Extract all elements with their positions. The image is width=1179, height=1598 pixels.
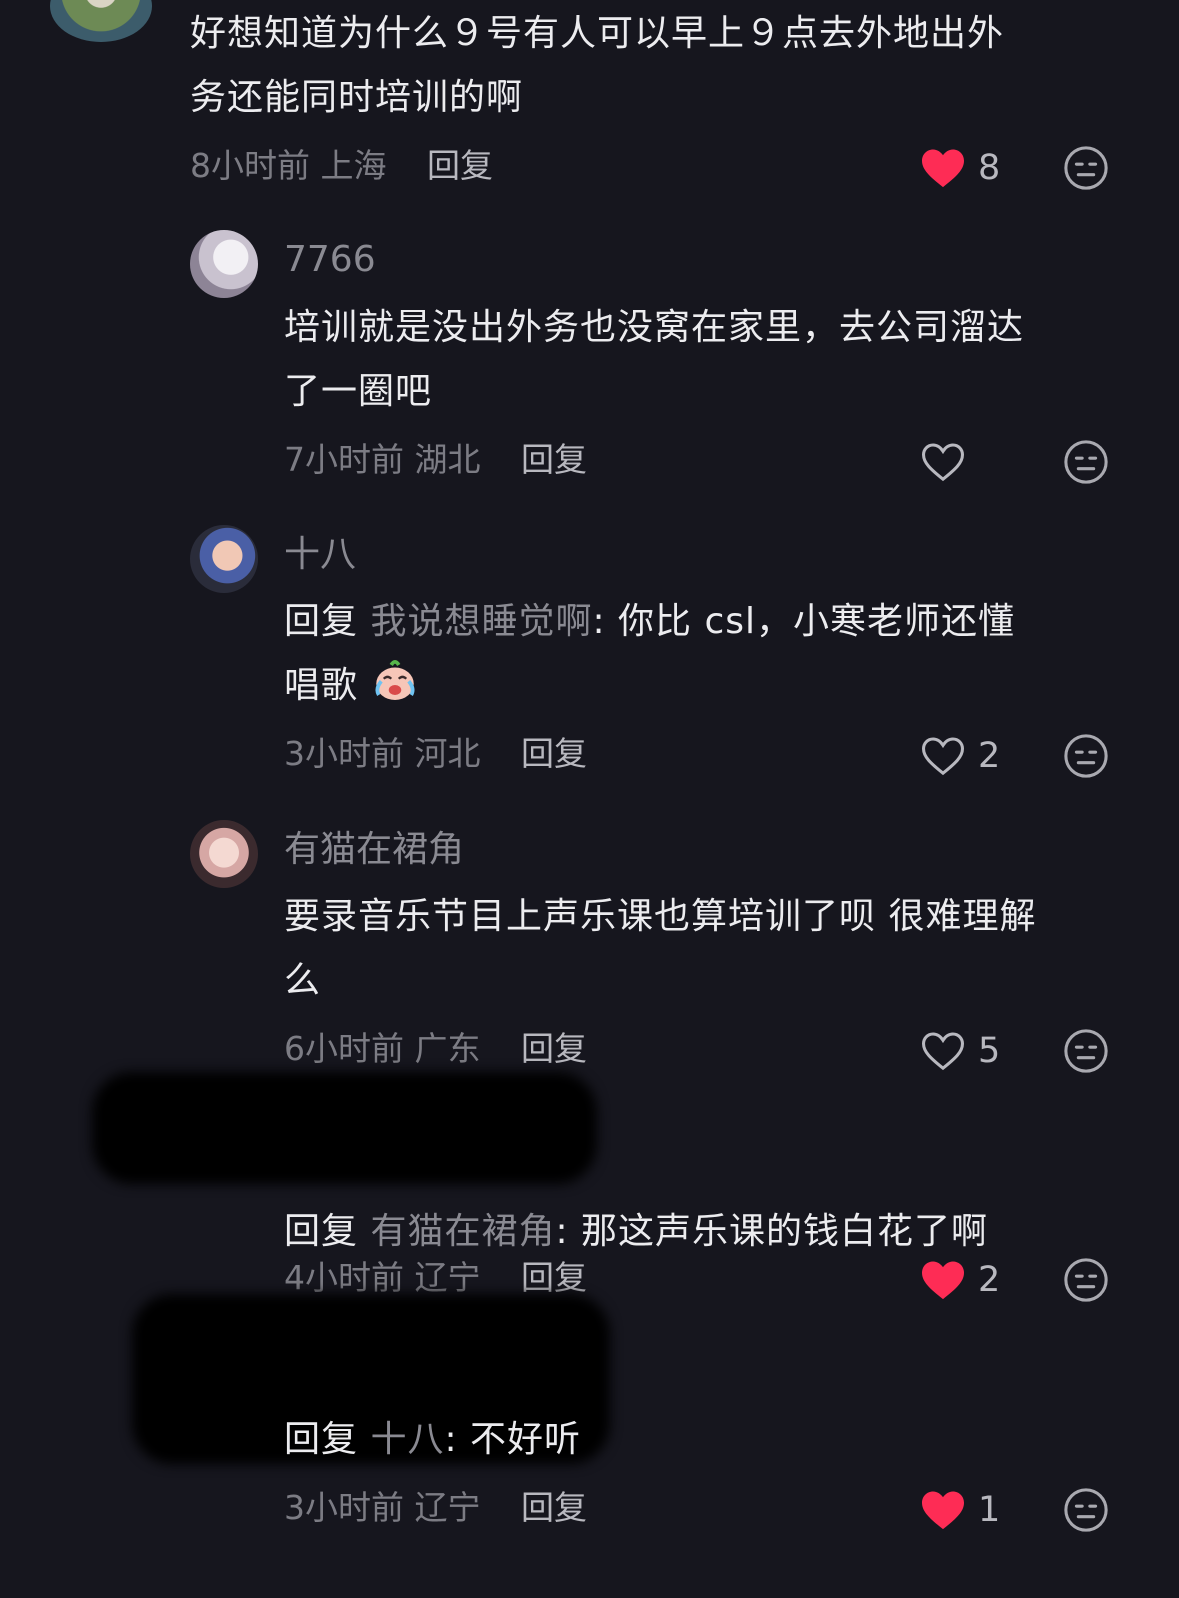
- comment-meta: 3小时前 河北 回复: [284, 732, 587, 776]
- comment-thread: 好想知道为什么９号有人可以早上９点去外地出外 务还能同时培训的啊 8小时前 上海…: [0, 0, 1179, 1598]
- user-avatar[interactable]: [190, 525, 258, 593]
- comment-text-fragment: : 你比 csl，小寒老师还懂: [592, 601, 1016, 642]
- comment-text-line: 了一圈吧: [284, 371, 433, 412]
- comment-text: 要录音乐节目上声乐课也算培训了呗 很难理解 么: [284, 885, 1144, 1013]
- comment-text: 回复 有猫在裙角: 那这声乐课的钱白花了啊: [284, 1200, 1144, 1264]
- reply-prefix: 回复: [284, 601, 359, 642]
- heart-filled-icon: [922, 1491, 964, 1530]
- like-button[interactable]: 2: [920, 731, 1002, 781]
- user-avatar[interactable]: [190, 230, 258, 298]
- redaction-overlay: [92, 1072, 597, 1184]
- like-count: 8: [978, 148, 1001, 188]
- comment-text-line: 回复 我说想睡觉啊: 你比 csl，小寒老师还懂: [284, 590, 1144, 654]
- reply-target-username[interactable]: 我说想睡觉啊: [370, 601, 592, 642]
- heart-outline-icon: [921, 737, 965, 776]
- reply-button[interactable]: 回复: [521, 440, 587, 479]
- heart-outline-icon: [921, 1032, 965, 1071]
- comment-time: 4小时前: [284, 1258, 404, 1297]
- dislike-face-icon[interactable]: [1063, 1028, 1109, 1074]
- comment-meta: 8小时前 上海 回复: [190, 144, 493, 188]
- comment-time: 6小时前: [284, 1029, 404, 1068]
- comment-location: 湖北: [414, 440, 481, 479]
- comment-location: 河北: [414, 734, 481, 773]
- comment-text-line: 好想知道为什么９号有人可以早上９点去外地出外: [190, 13, 1005, 54]
- reply-button[interactable]: 回复: [427, 146, 493, 185]
- comment-location: 上海: [320, 146, 387, 185]
- like-button[interactable]: [920, 437, 1002, 487]
- comment-text-line: 要录音乐节目上声乐课也算培训了呗 很难理解: [284, 896, 1037, 937]
- dislike-face-icon[interactable]: [1063, 733, 1109, 779]
- like-button[interactable]: 5: [920, 1026, 1002, 1076]
- reply-target-username[interactable]: 十八: [370, 1419, 444, 1460]
- username[interactable]: 十八: [284, 533, 356, 577]
- comment-time: 3小时前: [284, 1488, 404, 1527]
- user-avatar[interactable]: [190, 820, 258, 888]
- like-count: 2: [978, 736, 1001, 776]
- comment-time: 3小时前: [284, 734, 404, 773]
- comment-meta: 7小时前 湖北 回复: [284, 438, 587, 482]
- reply-prefix: 回复: [284, 1211, 359, 1252]
- crying-laughing-emoji-icon: [375, 660, 415, 700]
- heart-filled-icon: [922, 1261, 964, 1300]
- dislike-face-icon[interactable]: [1063, 1257, 1109, 1303]
- comment-meta: 3小时前 辽宁 回复: [284, 1486, 587, 1530]
- reply-button[interactable]: 回复: [521, 734, 587, 773]
- comment-text-line: 回复 有猫在裙角: 那这声乐课的钱白花了啊: [284, 1200, 1144, 1264]
- reply-prefix: 回复: [284, 1419, 359, 1460]
- comment-location: 辽宁: [414, 1488, 481, 1527]
- username[interactable]: 有猫在裙角: [284, 828, 464, 872]
- like-button[interactable]: 8: [920, 143, 1002, 193]
- like-count: 1: [978, 1490, 1001, 1530]
- comment-location: 广东: [414, 1029, 481, 1068]
- comment-text-fragment: : 那这声乐课的钱白花了啊: [555, 1211, 989, 1252]
- comment-text-fragment: : 不好听: [444, 1419, 582, 1460]
- username[interactable]: 7766: [284, 238, 376, 282]
- reply-target-username[interactable]: 有猫在裙角: [370, 1211, 555, 1252]
- comment-text-line: 么: [284, 960, 322, 1001]
- comment-text-line: 培训就是没出外务也没窝在家里，去公司溜达: [284, 307, 1025, 348]
- comment-time: 8小时前: [190, 146, 310, 185]
- reply-button[interactable]: 回复: [521, 1258, 587, 1297]
- comment-text: 回复 十八: 不好听: [284, 1408, 1144, 1472]
- dislike-face-icon[interactable]: [1063, 439, 1109, 485]
- comment-text: 好想知道为什么９号有人可以早上９点去外地出外 务还能同时培训的啊: [190, 2, 1150, 130]
- comment-time: 7小时前: [284, 440, 404, 479]
- heart-outline-icon: [921, 443, 965, 482]
- comment-text-line: 务还能同时培训的啊: [190, 77, 524, 118]
- heart-filled-icon: [922, 149, 964, 188]
- like-button[interactable]: 2: [920, 1255, 1002, 1305]
- comment-location: 辽宁: [414, 1258, 481, 1297]
- reply-button[interactable]: 回复: [521, 1488, 587, 1527]
- like-count: 5: [978, 1031, 1001, 1071]
- comment-text-line: 回复 十八: 不好听: [284, 1408, 1144, 1472]
- reply-button[interactable]: 回复: [521, 1029, 587, 1068]
- like-button[interactable]: 1: [920, 1485, 1002, 1535]
- comment-text-line: 唱歌: [284, 654, 1144, 718]
- comment-text: 回复 我说想睡觉啊: 你比 csl，小寒老师还懂 唱歌: [284, 590, 1144, 718]
- user-avatar[interactable]: [50, 0, 152, 42]
- comment-text-fragment: 唱歌: [284, 665, 359, 706]
- like-count: 2: [978, 1260, 1001, 1300]
- comment-text: 培训就是没出外务也没窝在家里，去公司溜达 了一圈吧: [284, 296, 1134, 424]
- dislike-face-icon[interactable]: [1063, 145, 1109, 191]
- comment-meta: 6小时前 广东 回复: [284, 1027, 587, 1071]
- dislike-face-icon[interactable]: [1063, 1487, 1109, 1533]
